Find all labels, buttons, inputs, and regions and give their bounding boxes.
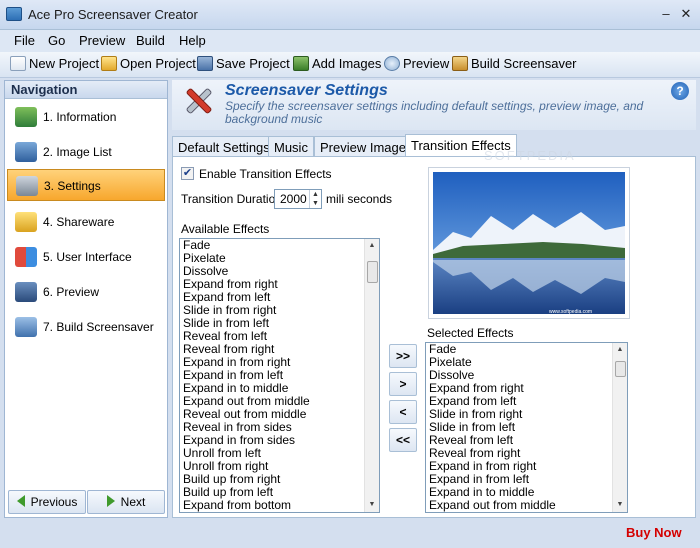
enable-transition-label: Enable Transition Effects — [199, 167, 332, 181]
nav-item-build-screensaver[interactable]: 7. Build Screensaver — [7, 311, 165, 343]
remove-button[interactable]: < — [389, 400, 417, 424]
nav-item-image-list[interactable]: 2. Image List — [7, 136, 165, 168]
duration-unit: mili seconds — [326, 192, 393, 206]
available-effects-list[interactable]: Fade Pixelate Dissolve Expand from right Exp… — [179, 238, 380, 513]
scroll-up-icon[interactable]: ▲ — [613, 343, 627, 357]
menu-preview[interactable]: Preview — [79, 33, 125, 48]
navigation-panel: Navigation 1. Information 2. Image List … — [4, 80, 168, 518]
nav-item-settings[interactable]: 3. Settings — [7, 169, 165, 201]
arrow-right-icon — [106, 495, 115, 507]
selected-effects-list[interactable]: Fade Pixelate Dissolve Expand from right Exp… — [425, 342, 628, 513]
user-interface-icon — [15, 247, 37, 267]
close-button[interactable]: ✕ — [676, 5, 696, 23]
nav-item-information[interactable]: 1. Information — [7, 101, 165, 133]
scroll-thumb[interactable] — [367, 261, 378, 283]
next-button[interactable]: Next — [87, 490, 165, 514]
preview-image-frame: www.softpedia.com SOFTPEDIA — [428, 148, 630, 319]
build-icon — [15, 317, 37, 337]
new-document-icon — [10, 56, 26, 71]
save-disk-icon — [197, 56, 213, 71]
preview-landscape-image — [433, 172, 625, 314]
scroll-down-icon[interactable]: ▼ — [613, 498, 627, 512]
menu-bar: File Go Preview Build Help — [0, 30, 700, 52]
preview-watermark: www.softpedia.com — [549, 309, 593, 315]
settings-tools-icon — [16, 176, 38, 196]
menu-file[interactable]: File — [14, 33, 35, 48]
selected-effects-label: Selected Effects — [427, 326, 514, 340]
lock-icon — [15, 212, 37, 232]
duration-label: Transition Duration — [181, 192, 282, 206]
status-bar: Buy Now — [0, 520, 700, 548]
app-icon — [6, 7, 22, 21]
scroll-thumb[interactable] — [615, 361, 626, 377]
title-bar: Ace Pro Screensaver Creator – ✕ — [0, 0, 700, 30]
magnifier-icon — [384, 56, 400, 71]
available-effects-rows: Fade Pixelate Dissolve Expand from right Exp… — [180, 239, 379, 512]
arrow-left-icon — [16, 495, 25, 507]
tab-preview-image[interactable]: Preview Image — [314, 136, 412, 156]
open-project-button[interactable]: Open Project — [101, 56, 196, 74]
new-project-button[interactable]: New Project — [10, 56, 99, 74]
softpedia-watermark: SOFTPEDIA — [484, 148, 576, 163]
nav-item-preview[interactable]: 6. Preview — [7, 276, 165, 308]
image-list-icon — [15, 142, 37, 162]
build-screensaver-button[interactable]: Build Screensaver — [452, 56, 577, 74]
spinner-up-icon[interactable]: ▲ — [310, 190, 321, 199]
page-title: Screensaver Settings — [225, 82, 388, 99]
selected-effects-rows: Fade Pixelate Dissolve Expand from right Exp… — [426, 343, 627, 512]
list-item[interactable]: Expand from bottom — [180, 499, 379, 512]
add-button[interactable]: > — [389, 372, 417, 396]
nav-item-user-interface[interactable]: 5. User Interface — [7, 241, 165, 273]
window-title: Ace Pro Screensaver Creator — [28, 7, 198, 22]
preview-button[interactable]: Preview — [384, 56, 449, 74]
enable-transition-checkbox[interactable]: ✔ — [181, 167, 194, 180]
information-icon — [15, 107, 37, 127]
duration-value: 2000 — [280, 192, 307, 206]
page-description: Specify the screensaver settings includi… — [225, 99, 644, 126]
save-project-button[interactable]: Save Project — [197, 56, 290, 74]
minimize-button[interactable]: – — [655, 5, 677, 23]
selected-scrollbar[interactable]: ▲ ▼ — [612, 343, 627, 512]
remove-all-button[interactable]: << — [389, 428, 417, 452]
help-icon[interactable]: ? — [671, 82, 689, 100]
add-all-button[interactable]: >> — [389, 344, 417, 368]
add-images-button[interactable]: Add Images — [293, 56, 381, 74]
add-image-icon — [293, 56, 309, 71]
tab-music[interactable]: Music — [268, 136, 314, 156]
settings-tabs: Default Settings Music Preview Image Tra… — [172, 134, 696, 157]
open-folder-icon — [101, 56, 117, 71]
toolbar: New Project Open Project Save Project Ad… — [0, 52, 700, 78]
scroll-up-icon[interactable]: ▲ — [365, 239, 379, 253]
list-item[interactable]: Expand out from middle — [426, 499, 627, 512]
nav-item-shareware[interactable]: 4. Shareware — [7, 206, 165, 238]
spinner-arrows[interactable]: ▲ ▼ — [309, 190, 321, 208]
duration-spinner[interactable]: 2000 ▲ ▼ — [274, 189, 322, 209]
buy-now-link[interactable]: Buy Now — [626, 525, 682, 540]
tab-default-settings[interactable]: Default Settings — [172, 136, 276, 156]
transition-effects-panel: ✔ Enable Transition Effects Transition D… — [172, 148, 696, 518]
scroll-down-icon[interactable]: ▼ — [365, 498, 379, 512]
navigation-title: Navigation — [5, 81, 167, 99]
preview-film-icon — [15, 282, 37, 302]
available-effects-label: Available Effects — [181, 222, 270, 236]
menu-help[interactable]: Help — [179, 33, 206, 48]
available-scrollbar[interactable]: ▲ ▼ — [364, 239, 379, 512]
settings-header: Screensaver Settings Specify the screens… — [172, 80, 696, 130]
previous-button[interactable]: Previous — [8, 490, 86, 514]
spinner-down-icon[interactable]: ▼ — [310, 199, 321, 208]
menu-go[interactable]: Go — [48, 33, 65, 48]
tools-icon — [186, 88, 212, 114]
build-icon — [452, 56, 468, 71]
menu-build[interactable]: Build — [136, 33, 165, 48]
